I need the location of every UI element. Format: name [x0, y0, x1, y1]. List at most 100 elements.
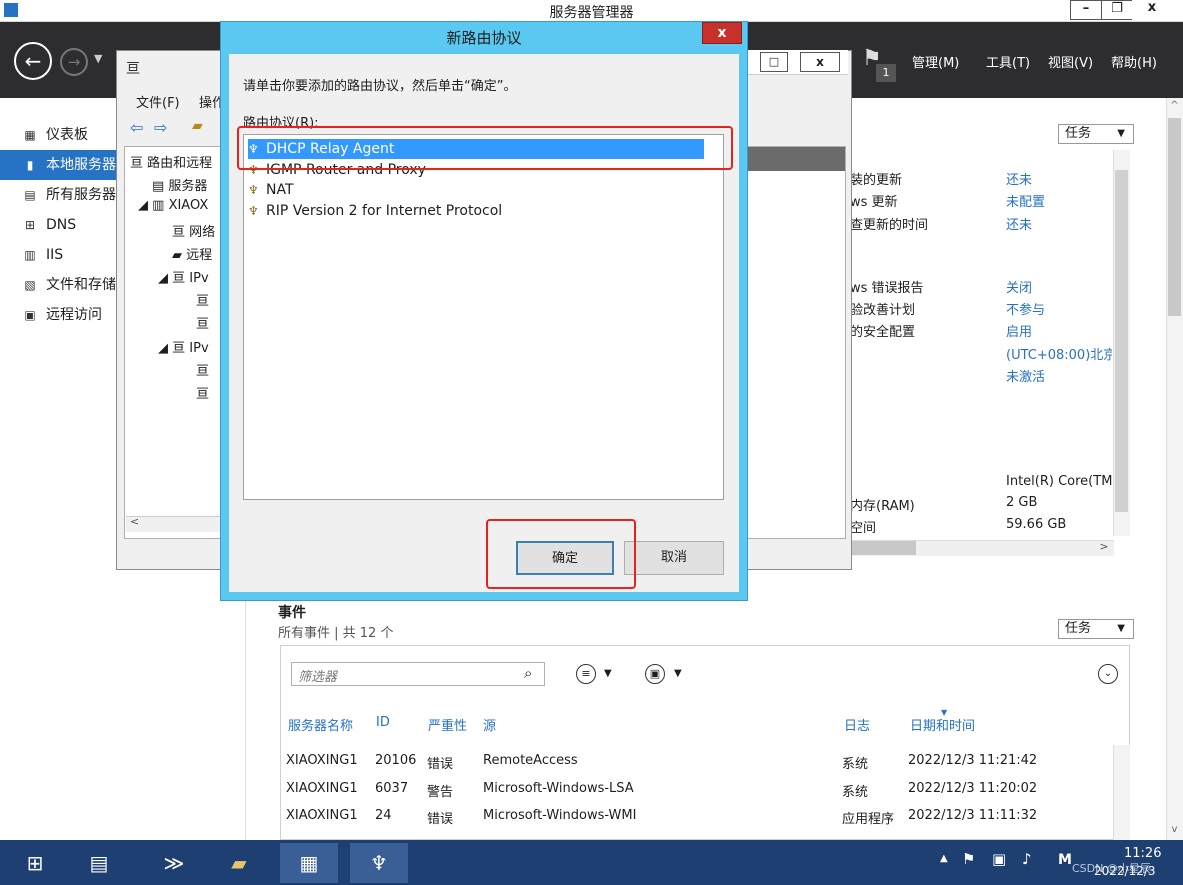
- main-scrollbar-thumb[interactable]: [1168, 118, 1181, 316]
- clock-time[interactable]: 11:26: [1124, 846, 1161, 861]
- property-value-link[interactable]: 未配置: [1006, 191, 1045, 210]
- event-cell-id[interactable]: 24: [375, 808, 392, 823]
- protocol-item-rip[interactable]: ♆ RIP Version 2 for Internet Protocol: [248, 201, 502, 221]
- history-dropdown-icon[interactable]: ▼: [94, 52, 102, 65]
- column-header-id[interactable]: ID: [376, 715, 390, 730]
- events-filter-placeholder: 筛选器: [298, 670, 338, 685]
- routing-protocol-icon: ♆: [248, 204, 259, 218]
- event-cell-server[interactable]: XIAOXING1: [286, 781, 358, 796]
- event-cell-id[interactable]: 6037: [375, 781, 408, 796]
- event-cell-date[interactable]: 2022/12/3 11:11:32: [908, 808, 1037, 823]
- menu-view[interactable]: 视图(V): [1048, 52, 1093, 71]
- rras-tree-network-interfaces[interactable]: 亘 网络: [172, 221, 215, 240]
- rras-tree-ipv6[interactable]: ◢ 亘 IPv: [158, 337, 209, 356]
- rras-tree-remote[interactable]: ▰ 远程: [172, 244, 212, 263]
- expand-icon: ◢: [158, 271, 173, 286]
- property-value-link[interactable]: 关闭: [1006, 277, 1032, 296]
- input-method-icon[interactable]: M: [1058, 852, 1072, 868]
- chevron-down-icon[interactable]: ▼: [604, 668, 612, 679]
- list-options-icon[interactable]: ≡: [576, 664, 596, 684]
- server-manager-taskbar-icon[interactable]: ▤: [70, 843, 128, 883]
- forward-arrow-icon[interactable]: ⇨: [154, 118, 167, 137]
- minimize-button[interactable]: –: [1070, 0, 1102, 20]
- scroll-right-icon[interactable]: >: [1096, 540, 1112, 553]
- properties-scrollbar-thumb[interactable]: [1115, 170, 1128, 512]
- menu-help[interactable]: 帮助(H): [1111, 52, 1157, 71]
- event-cell-log[interactable]: 系统: [842, 781, 868, 800]
- column-header-source[interactable]: 源: [483, 715, 496, 734]
- network-icon[interactable]: ▣: [992, 850, 1006, 868]
- show-hidden-icons-icon[interactable]: ▲: [940, 853, 948, 864]
- save-query-icon[interactable]: ▣: [645, 664, 665, 684]
- property-value-link[interactable]: 未激活: [1006, 366, 1045, 385]
- rras-close-button[interactable]: x: [800, 52, 840, 72]
- menu-manage[interactable]: 管理(M): [912, 52, 959, 71]
- expand-chevron-icon[interactable]: ⌄: [1098, 664, 1118, 684]
- event-cell-source[interactable]: Microsoft-Windows-LSA: [483, 781, 634, 796]
- scroll-left-icon[interactable]: <: [130, 515, 139, 528]
- protocol-item-nat[interactable]: ♆ NAT: [248, 180, 294, 200]
- protocol-list[interactable]: [243, 134, 724, 500]
- property-value-link[interactable]: 还未: [1006, 169, 1032, 188]
- event-cell-severity[interactable]: 警告: [427, 781, 453, 800]
- rras-tree-root[interactable]: 亘 路由和远程: [130, 152, 212, 171]
- column-header-date-time[interactable]: 日期和时间: [910, 715, 975, 734]
- rras-tree-h-scrollbar[interactable]: [126, 516, 222, 532]
- folder-up-icon[interactable]: ▰: [192, 118, 203, 134]
- event-cell-date[interactable]: 2022/12/3 11:21:42: [908, 753, 1037, 768]
- rras-menu-file[interactable]: 文件(F): [136, 92, 180, 111]
- router-icon[interactable]: 亘: [196, 313, 209, 332]
- events-tasks-button[interactable]: 任务 ▼: [1058, 619, 1134, 639]
- highlight-box-selected-protocol: [237, 126, 733, 170]
- dialog-close-button[interactable]: x: [702, 22, 742, 44]
- menu-tools[interactable]: 工具(T): [986, 52, 1030, 71]
- action-center-icon[interactable]: ⚑: [962, 850, 975, 868]
- properties-tasks-button[interactable]: 任务 ▼: [1058, 124, 1134, 144]
- start-button-windows-icon[interactable]: ⊞: [6, 843, 64, 883]
- volume-icon[interactable]: ♪: [1022, 850, 1032, 868]
- routing-protocol-icon: ♆: [248, 183, 259, 197]
- forward-arrow-icon[interactable]: →: [60, 48, 88, 76]
- event-cell-severity[interactable]: 错误: [427, 753, 453, 772]
- file-explorer-taskbar-icon[interactable]: ▰: [210, 843, 268, 883]
- event-cell-source[interactable]: Microsoft-Windows-WMI: [483, 808, 636, 823]
- event-cell-log[interactable]: 系统: [842, 753, 868, 772]
- column-header-server-name[interactable]: 服务器名称: [288, 715, 353, 734]
- event-cell-server[interactable]: XIAOXING1: [286, 753, 358, 768]
- control-panel-taskbar-icon[interactable]: ▦: [280, 843, 338, 883]
- router-icon[interactable]: 亘: [196, 383, 209, 402]
- rras-tree-ipv4[interactable]: ◢ 亘 IPv: [158, 267, 209, 286]
- property-value-link[interactable]: 启用: [1006, 321, 1032, 340]
- cancel-button[interactable]: 取消: [624, 541, 724, 575]
- events-scrollbar[interactable]: [1113, 745, 1130, 840]
- event-cell-server[interactable]: XIAOXING1: [286, 808, 358, 823]
- event-cell-id[interactable]: 20106: [375, 753, 416, 768]
- router-icon[interactable]: 亘: [196, 360, 209, 379]
- event-cell-log[interactable]: 应用程序: [842, 808, 894, 827]
- event-cell-date[interactable]: 2022/12/3 11:20:02: [908, 781, 1037, 796]
- scroll-up-icon[interactable]: ^: [1168, 100, 1181, 111]
- close-window-button[interactable]: x: [1132, 0, 1172, 20]
- chevron-down-icon[interactable]: ▼: [674, 668, 682, 679]
- storage-icon: ▧: [24, 278, 36, 292]
- scroll-down-icon[interactable]: v: [1168, 824, 1181, 835]
- event-cell-severity[interactable]: 错误: [427, 808, 453, 827]
- column-header-severity[interactable]: 严重性: [428, 715, 467, 734]
- powershell-taskbar-icon[interactable]: ≫: [145, 843, 203, 883]
- property-value-link[interactable]: 还未: [1006, 214, 1032, 233]
- property-value-link[interactable]: 不参与: [1006, 299, 1045, 318]
- column-header-log[interactable]: 日志: [844, 715, 870, 734]
- restore-button[interactable]: ❐: [1101, 0, 1133, 20]
- rras-tree-server-status[interactable]: ▤ 服务器: [152, 175, 207, 194]
- rras-tree-server[interactable]: ◢ ▥ XIAOX: [138, 198, 208, 213]
- property-label: 验改善计划: [850, 303, 916, 318]
- back-arrow-icon[interactable]: ⇦: [130, 118, 143, 137]
- search-icon[interactable]: ⌕: [524, 664, 532, 682]
- properties-h-scrollbar-thumb[interactable]: [852, 541, 916, 555]
- property-value-link[interactable]: (UTC+08:00)北京: [1006, 344, 1112, 363]
- rras-taskbar-icon[interactable]: ♆: [350, 843, 408, 883]
- router-icon[interactable]: 亘: [196, 290, 209, 309]
- event-cell-source[interactable]: RemoteAccess: [483, 753, 578, 768]
- rras-maximize-button[interactable]: □: [760, 52, 788, 72]
- back-arrow-icon[interactable]: ←: [14, 42, 52, 80]
